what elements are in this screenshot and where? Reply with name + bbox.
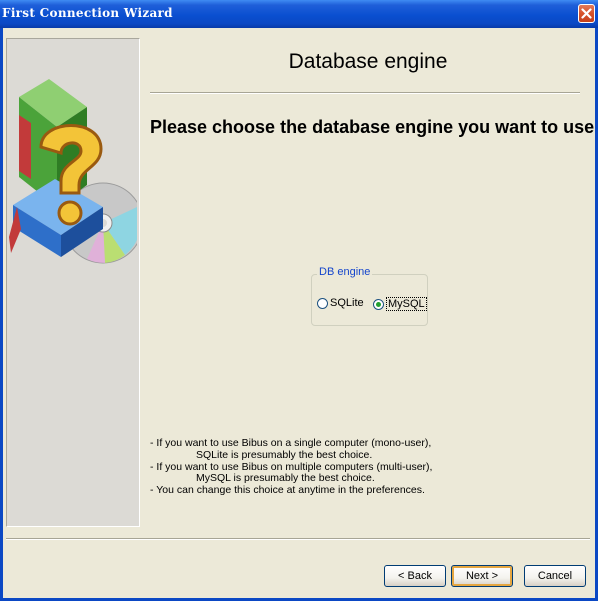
info-line: SQLite is presumably the best choice. [196, 448, 373, 461]
heading-divider [150, 92, 580, 94]
close-icon [581, 8, 592, 19]
radio-mysql-circle[interactable] [373, 298, 384, 310]
cancel-button[interactable]: Cancel [524, 565, 586, 587]
radio-sqlite[interactable]: SQLite [317, 297, 364, 309]
page-subtitle: Please choose the database engine you wa… [150, 117, 595, 137]
info-text: - If you want to use Bibus on a single c… [150, 437, 432, 497]
radio-mysql[interactable]: MySQL [373, 297, 427, 311]
db-engine-legend: DB engine [317, 266, 373, 278]
db-engine-groupbox: DB engine SQLite MySQL [311, 266, 428, 326]
wizard-book-cd-question-icon [9, 79, 137, 264]
radio-sqlite-circle[interactable] [317, 297, 328, 309]
title-bar[interactable]: First Connection Wizard [0, 0, 598, 28]
window-title: First Connection Wizard [2, 6, 173, 20]
page-title: Database engine [288, 50, 448, 73]
window-frame-left [0, 28, 3, 601]
footer-divider [6, 538, 590, 540]
info-line: - You can change this choice at anytime … [150, 484, 425, 497]
next-button[interactable]: Next > [451, 565, 513, 587]
back-button[interactable]: < Back [384, 565, 446, 587]
wizard-side-panel [6, 38, 140, 527]
radio-mysql-label[interactable]: MySQL [386, 297, 427, 311]
wizard-window: First Connection Wizard Database engine … [0, 0, 598, 601]
radio-sqlite-label[interactable]: SQLite [330, 297, 364, 309]
close-button[interactable] [578, 4, 595, 23]
